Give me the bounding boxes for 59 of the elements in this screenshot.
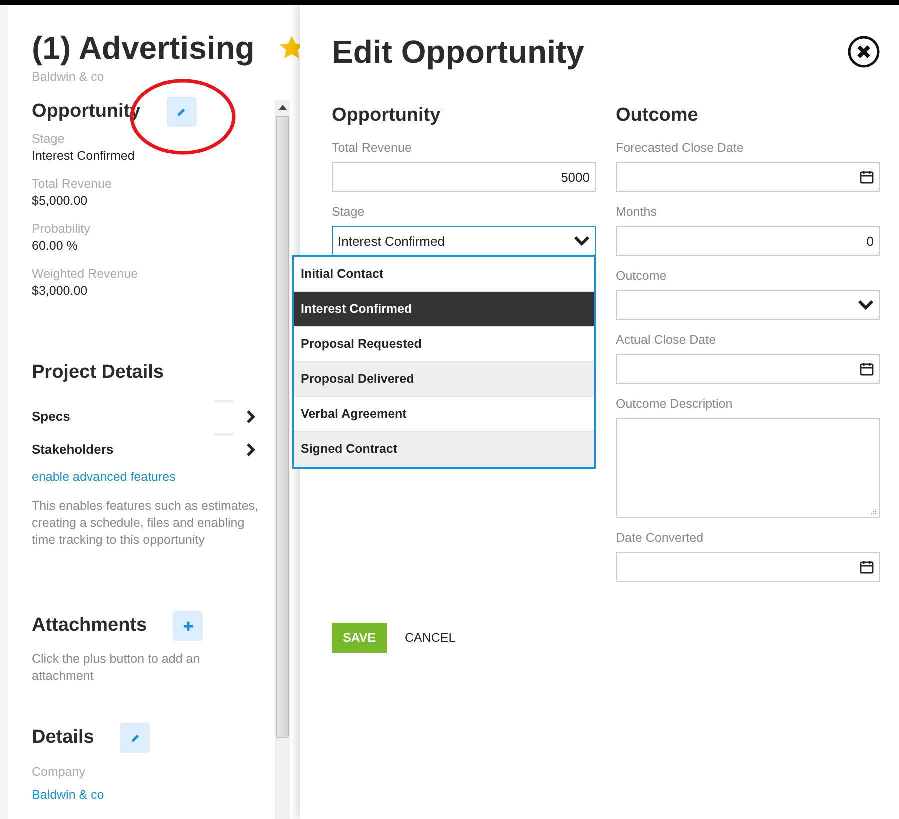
field-label: Probability bbox=[32, 221, 92, 237]
field-value: Interest Confirmed bbox=[32, 148, 136, 165]
field-label: Company bbox=[32, 764, 86, 780]
section-heading: Outcome bbox=[616, 104, 700, 128]
section-heading: Details bbox=[32, 726, 94, 750]
input-field[interactable]: 0 bbox=[616, 226, 880, 256]
field-label: Forecasted Close Date bbox=[616, 140, 745, 156]
nav-link[interactable]: Specs bbox=[32, 409, 214, 424]
field-label: Weighted Revenue bbox=[32, 266, 140, 282]
pencil-icon bbox=[176, 106, 188, 118]
chevron-down-icon[interactable] bbox=[858, 300, 874, 310]
calendar-icon[interactable] bbox=[860, 560, 874, 574]
field-label: Total Revenue bbox=[32, 176, 113, 192]
dropdown-field[interactable] bbox=[616, 290, 880, 320]
date-field[interactable] bbox=[616, 354, 880, 384]
field-label: Months bbox=[616, 204, 658, 220]
section-heading: Attachments bbox=[32, 614, 148, 638]
calendar-icon[interactable] bbox=[860, 170, 874, 184]
dialog-title: Edit Opportunity bbox=[332, 33, 584, 71]
field-label: Date Converted bbox=[616, 530, 705, 546]
page-title: (1) Advertising bbox=[32, 29, 255, 67]
scroll-up-arrow-icon[interactable] bbox=[278, 105, 286, 110]
plus-icon bbox=[182, 620, 194, 632]
nav-link[interactable]: Stakeholders bbox=[32, 442, 214, 457]
cancel-button[interactable]: CANCEL bbox=[405, 631, 456, 645]
field-value: 60.00 % bbox=[32, 238, 79, 255]
company-name: Baldwin & co bbox=[32, 70, 106, 84]
dropdown-option[interactable]: Interest Confirmed bbox=[294, 292, 594, 327]
dropdown-option[interactable]: Signed Contract bbox=[294, 432, 594, 467]
date-field[interactable] bbox=[616, 552, 880, 582]
chevron-right-icon[interactable] bbox=[246, 442, 256, 456]
description-text: This enables features such as estimates, creating a schedule, files and enabling time tracking to this opportunity bbox=[32, 498, 260, 549]
chevron-down-icon[interactable] bbox=[574, 236, 590, 246]
field-value: $3,000.00 bbox=[32, 283, 89, 300]
section-heading: Project Details bbox=[32, 361, 164, 385]
date-field[interactable] bbox=[616, 162, 880, 192]
field-label: Stage bbox=[32, 131, 66, 147]
field-label: Total Revenue bbox=[332, 140, 413, 156]
section-heading: Opportunity bbox=[332, 104, 442, 128]
dropdown-field[interactable]: Interest Confirmed bbox=[332, 226, 596, 256]
add-button[interactable] bbox=[173, 611, 204, 641]
hint-text: Click the plus button to add an attachment bbox=[32, 651, 202, 685]
close-button[interactable] bbox=[848, 36, 880, 68]
company-link[interactable]: Baldwin & co bbox=[32, 786, 300, 804]
field-value: $5,000.00 bbox=[32, 193, 89, 210]
scrollbar[interactable] bbox=[275, 100, 290, 819]
edit-button[interactable] bbox=[166, 97, 197, 127]
input-field[interactable]: 5000 bbox=[332, 162, 596, 192]
field-label: Outcome bbox=[616, 268, 668, 284]
edit-button[interactable] bbox=[120, 723, 150, 753]
field-label: Actual Close Date bbox=[616, 332, 718, 348]
dropdown-option[interactable]: Proposal Delivered bbox=[294, 362, 594, 397]
enable-features-link[interactable]: enable advanced features bbox=[32, 470, 300, 484]
field-label: Stage bbox=[332, 204, 366, 220]
field-label: Outcome Description bbox=[616, 396, 734, 412]
resize-grip-icon[interactable] bbox=[871, 509, 877, 515]
chevron-right-icon[interactable] bbox=[246, 410, 256, 424]
pencil-icon bbox=[130, 732, 141, 744]
calendar-icon[interactable] bbox=[860, 362, 874, 376]
